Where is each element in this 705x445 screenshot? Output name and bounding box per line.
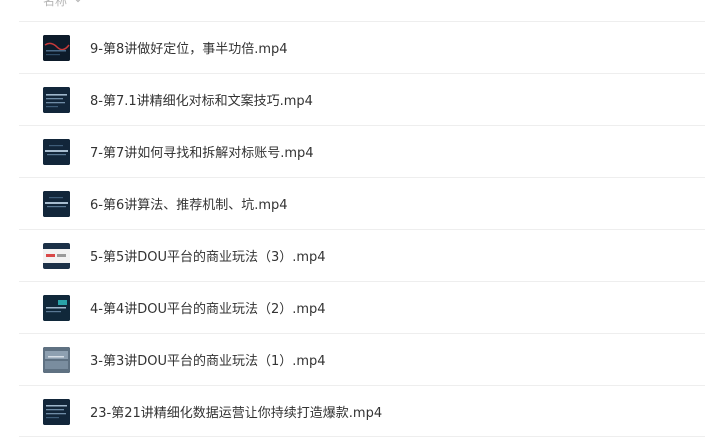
file-name[interactable]: 4-第4讲DOU平台的商业玩法（2）.mp4 (90, 282, 326, 333)
video-thumbnail-icon (43, 399, 70, 425)
file-name[interactable]: 3-第3讲DOU平台的商业玩法（1）.mp4 (90, 334, 326, 385)
file-row[interactable]: 6-第6讲算法、推荐机制、坑.mp4 (19, 177, 705, 229)
file-row[interactable]: 8-第7.1讲精细化对标和文案技巧.mp4 (19, 73, 705, 125)
sort-label: 名称 (43, 0, 68, 8)
file-name[interactable]: 23-第21讲精细化数据运营让你持续打造爆款.mp4 (90, 386, 382, 436)
video-thumbnail-icon (43, 191, 70, 217)
video-thumbnail-icon (43, 347, 70, 373)
file-list: 9-第8讲做好定位，事半功倍.mp4 8-第7.1讲精细化对标和文案技巧.mp4 (0, 21, 705, 437)
file-name[interactable]: 5-第5讲DOU平台的商业玩法（3）.mp4 (90, 230, 326, 281)
file-row[interactable]: 23-第21讲精细化数据运营让你持续打造爆款.mp4 (19, 385, 705, 437)
file-list-page: 名称 9-第8讲做好定位，事半功倍.mp4 8-第7.1讲精细化对标和文案技巧.… (0, 0, 705, 445)
file-row[interactable]: 4-第4讲DOU平台的商业玩法（2）.mp4 (19, 281, 705, 333)
file-row[interactable]: 7-第7讲如何寻找和拆解对标账号.mp4 (19, 125, 705, 177)
sort-by-name-header[interactable]: 名称 (43, 0, 83, 8)
file-name[interactable]: 8-第7.1讲精细化对标和文案技巧.mp4 (90, 74, 313, 125)
file-row[interactable]: 3-第3讲DOU平台的商业玩法（1）.mp4 (19, 333, 705, 385)
file-row[interactable]: 5-第5讲DOU平台的商业玩法（3）.mp4 (19, 229, 705, 281)
video-thumbnail-icon (43, 87, 70, 113)
video-thumbnail-icon (43, 243, 70, 269)
video-thumbnail-icon (43, 35, 70, 61)
video-thumbnail-icon (43, 139, 70, 165)
file-name[interactable]: 6-第6讲算法、推荐机制、坑.mp4 (90, 178, 288, 229)
file-name[interactable]: 9-第8讲做好定位，事半功倍.mp4 (90, 22, 288, 73)
video-thumbnail-icon (43, 295, 70, 321)
chevron-down-icon (73, 0, 83, 5)
file-name[interactable]: 7-第7讲如何寻找和拆解对标账号.mp4 (90, 126, 314, 177)
file-row[interactable]: 9-第8讲做好定位，事半功倍.mp4 (19, 21, 705, 73)
